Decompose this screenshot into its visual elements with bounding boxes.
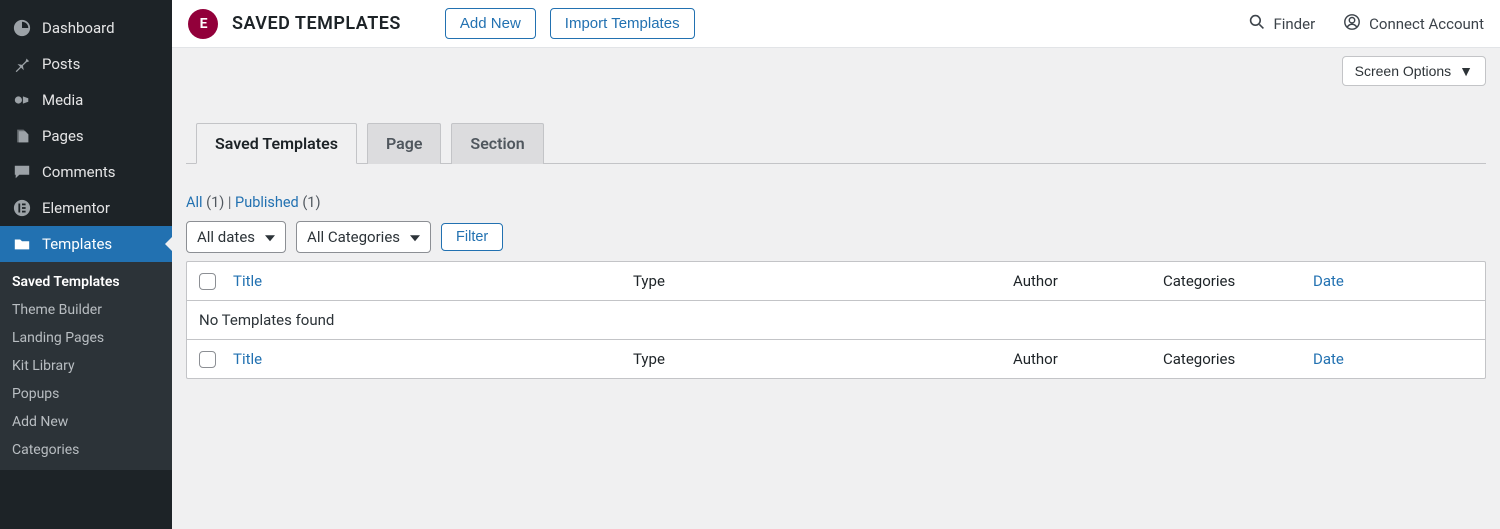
add-new-button[interactable]: Add New	[445, 8, 536, 39]
col-categories-footer: Categories	[1163, 350, 1313, 368]
sidebar-item-label: Posts	[42, 55, 80, 73]
sidebar-sub-popups[interactable]: Popups	[0, 380, 172, 408]
sidebar-item-label: Media	[42, 91, 83, 109]
col-author-header: Author	[1013, 272, 1163, 290]
top-bar-right: Finder Connect Account	[1249, 13, 1484, 35]
col-date-footer[interactable]: Date	[1313, 350, 1473, 368]
sidebar-item-posts[interactable]: Posts	[0, 46, 172, 82]
media-icon	[12, 91, 32, 109]
sidebar-item-label: Templates	[42, 235, 112, 253]
table-footer-row: Title Type Author Categories Date	[187, 340, 1485, 378]
select-all-checkbox-top[interactable]	[199, 273, 216, 290]
col-title-footer[interactable]: Title	[233, 350, 633, 368]
connect-account-label: Connect Account	[1369, 15, 1484, 33]
filter-published-link[interactable]: Published	[235, 194, 299, 211]
screen-options-row: Screen Options ▼	[172, 48, 1500, 86]
sidebar-sub-theme-builder[interactable]: Theme Builder	[0, 296, 172, 324]
sidebar-item-dashboard[interactable]: Dashboard	[0, 10, 172, 46]
search-icon	[1249, 14, 1265, 34]
filter-separator: |	[228, 194, 235, 211]
sidebar-item-label: Comments	[42, 163, 116, 181]
col-type-footer: Type	[633, 350, 1013, 368]
sidebar-item-elementor[interactable]: Elementor	[0, 190, 172, 226]
sidebar-sub-saved-templates[interactable]: Saved Templates	[0, 268, 172, 296]
col-title-header[interactable]: Title	[233, 272, 633, 290]
filter-button[interactable]: Filter	[441, 223, 503, 251]
col-categories-header: Categories	[1163, 272, 1313, 290]
admin-sidebar: Dashboard Posts Media Pages Comments Ele…	[0, 0, 172, 529]
page-title: SAVED TEMPLATES	[232, 13, 401, 34]
filter-all-link[interactable]: All	[186, 194, 203, 211]
tab-saved-templates[interactable]: Saved Templates	[196, 123, 357, 164]
sidebar-sub-categories[interactable]: Categories	[0, 436, 172, 464]
sidebar-item-label: Elementor	[42, 199, 110, 217]
select-all-cell-top	[199, 273, 233, 290]
sidebar-item-pages[interactable]: Pages	[0, 118, 172, 154]
col-type-header: Type	[633, 272, 1013, 290]
table-empty-message: No Templates found	[199, 311, 334, 329]
sidebar-item-label: Pages	[42, 127, 84, 145]
tabs-wrap: Saved Templates Page Section	[186, 122, 1486, 164]
connect-account-button[interactable]: Connect Account	[1343, 13, 1484, 35]
col-date-header[interactable]: Date	[1313, 272, 1473, 290]
categories-select[interactable]: All Categories	[296, 221, 431, 253]
sidebar-sub-landing-pages[interactable]: Landing Pages	[0, 324, 172, 352]
user-icon	[1343, 13, 1361, 35]
elementor-icon	[12, 199, 32, 217]
finder-button[interactable]: Finder	[1249, 14, 1315, 34]
filter-published-count: (1)	[302, 194, 320, 211]
screen-options-button[interactable]: Screen Options ▼	[1342, 56, 1486, 86]
import-templates-button[interactable]: Import Templates	[550, 8, 695, 39]
comment-icon	[12, 163, 32, 181]
elementor-brand-icon: E	[188, 9, 218, 39]
tabs: Saved Templates Page Section	[186, 122, 1486, 164]
dashboard-icon	[12, 19, 32, 37]
templates-table: Title Type Author Categories Date No Tem…	[186, 261, 1486, 379]
pin-icon	[12, 55, 32, 73]
chevron-down-icon: ▼	[1459, 63, 1473, 79]
main-area: E SAVED TEMPLATES Add New Import Templat…	[172, 0, 1500, 529]
col-author-footer: Author	[1013, 350, 1163, 368]
screen-options-label: Screen Options	[1355, 63, 1452, 79]
filter-row: All dates All Categories Filter	[186, 221, 1486, 253]
pages-icon	[12, 127, 32, 145]
filter-all-count: (1)	[206, 194, 224, 211]
table-header-row: Title Type Author Categories Date	[187, 262, 1485, 301]
top-bar: E SAVED TEMPLATES Add New Import Templat…	[172, 0, 1500, 48]
sidebar-item-comments[interactable]: Comments	[0, 154, 172, 190]
tab-page[interactable]: Page	[367, 123, 441, 164]
select-all-cell-bottom	[199, 351, 233, 368]
sidebar-sub-add-new[interactable]: Add New	[0, 408, 172, 436]
folder-icon	[12, 235, 32, 253]
table-empty-row: No Templates found	[187, 301, 1485, 340]
sidebar-sub-kit-library[interactable]: Kit Library	[0, 352, 172, 380]
dates-select[interactable]: All dates	[186, 221, 286, 253]
finder-label: Finder	[1273, 15, 1315, 33]
sidebar-submenu-templates: Saved Templates Theme Builder Landing Pa…	[0, 262, 172, 470]
sidebar-item-label: Dashboard	[42, 19, 115, 37]
sidebar-item-templates[interactable]: Templates	[0, 226, 172, 262]
select-all-checkbox-bottom[interactable]	[199, 351, 216, 368]
tab-section[interactable]: Section	[451, 123, 543, 164]
status-filter-links: All (1) | Published (1)	[186, 194, 1486, 211]
sidebar-item-media[interactable]: Media	[0, 82, 172, 118]
